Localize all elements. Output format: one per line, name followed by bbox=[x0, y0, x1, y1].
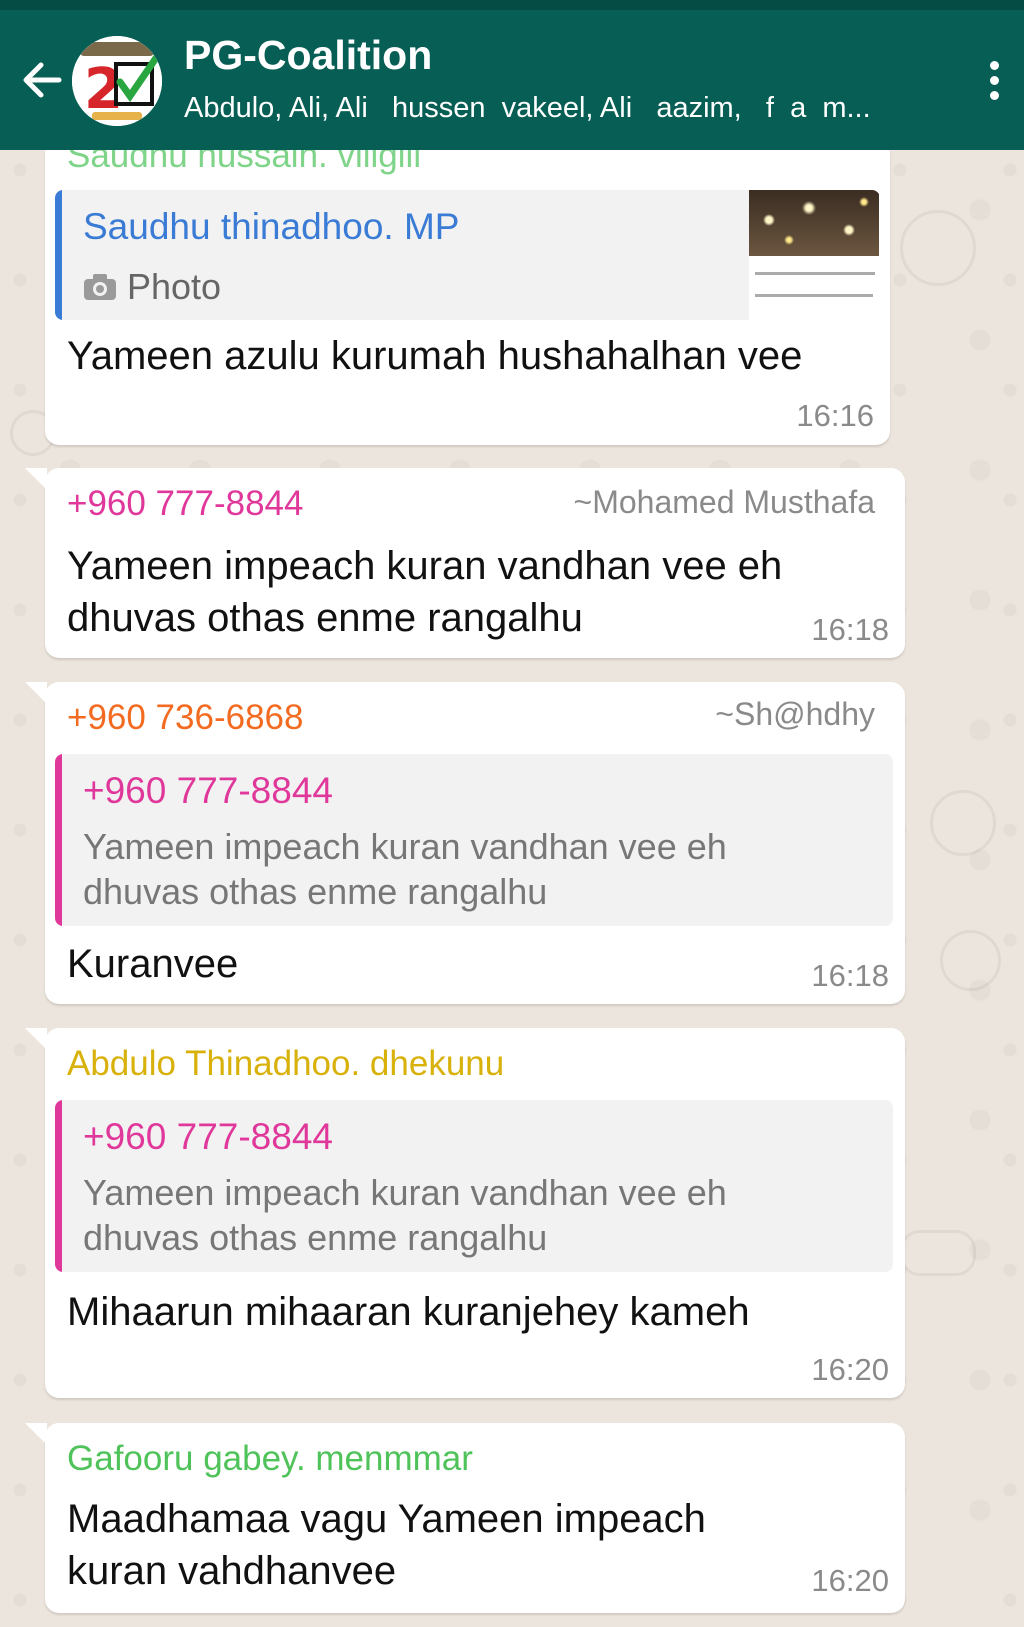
message-time: 16:18 bbox=[811, 612, 889, 647]
sender-phone[interactable]: +960 736-6868 bbox=[67, 698, 303, 738]
quoted-message[interactable]: Saudhu thinadhoo. MP Photo bbox=[55, 190, 880, 320]
group-members[interactable]: Abdulo, Ali, Ali hussen vakeel, Ali aazi… bbox=[184, 92, 954, 125]
message-time: 16:16 bbox=[796, 398, 874, 433]
quoted-text-line: Yameen impeach kuran vandhan vee eh bbox=[83, 1172, 727, 1213]
message-text-line: Maadhamaa vagu Yameen impeach bbox=[67, 1497, 706, 1541]
group-title[interactable]: PG-Coalition bbox=[184, 32, 432, 79]
message-text: Mihaarun mihaaran kuranjehey kameh bbox=[67, 1290, 750, 1334]
message-text: Kuranvee bbox=[67, 942, 239, 986]
quoted-message[interactable]: +960 777-8844 Yameen impeach kuran vandh… bbox=[55, 754, 893, 926]
message-bubble[interactable]: +960 777-8844 ~Mohamed Musthafa Yameen i… bbox=[25, 468, 905, 658]
sender-name[interactable]: Gafooru gabey. menmmar bbox=[67, 1439, 473, 1479]
sender-alias: ~Mohamed Musthafa bbox=[573, 484, 876, 520]
group-avatar[interactable]: 2 bbox=[72, 36, 162, 126]
camera-icon bbox=[84, 274, 116, 300]
message-text-line: kuran vahdhanvee bbox=[67, 1549, 397, 1593]
sender-phone[interactable]: +960 777-8844 bbox=[67, 484, 303, 524]
message-bubble[interactable]: Abdulo Thinadhoo. dhekunu +960 777-8844 … bbox=[25, 1028, 905, 1398]
back-button[interactable] bbox=[14, 52, 70, 108]
message-bubble[interactable]: +960 736-6868 ~Sh@hdhy +960 777-8844 Yam… bbox=[25, 682, 905, 1004]
message-text: Yameen azulu kurumah hushahalhan vee bbox=[67, 334, 803, 378]
message-text-line: Yameen impeach kuran vandhan vee eh bbox=[67, 544, 783, 588]
photo-thumbnail[interactable] bbox=[749, 190, 880, 320]
quoted-sender: +960 777-8844 bbox=[83, 770, 333, 811]
message-text-line: dhuvas othas enme rangalhu bbox=[67, 596, 583, 640]
quoted-text-line: dhuvas othas enme rangalhu bbox=[83, 871, 548, 912]
back-arrow-icon bbox=[23, 62, 62, 98]
message-time: 16:20 bbox=[811, 1352, 889, 1387]
quoted-media-type: Photo bbox=[127, 266, 222, 307]
quoted-text-line: dhuvas othas enme rangalhu bbox=[83, 1217, 548, 1258]
overflow-menu-button[interactable] bbox=[974, 52, 1014, 108]
quoted-sender: +960 777-8844 bbox=[83, 1116, 333, 1157]
quoted-sender: Saudhu thinadhoo. MP bbox=[83, 206, 460, 247]
sender-alias: ~Sh@hdhy bbox=[715, 696, 875, 732]
chat-header: 2 PG-Coalition Abdulo, Ali, Ali hussen v… bbox=[0, 0, 1024, 150]
more-vertical-icon bbox=[989, 60, 999, 70]
message-time: 16:18 bbox=[811, 958, 889, 993]
sender-name[interactable]: Abdulo Thinadhoo. dhekunu bbox=[67, 1044, 504, 1084]
message-bubble[interactable]: Saudhu hussain. viligili Saudhu thinadho… bbox=[45, 136, 890, 445]
quoted-message[interactable]: +960 777-8844 Yameen impeach kuran vandh… bbox=[55, 1100, 893, 1272]
quoted-text-line: Yameen impeach kuran vandhan vee eh bbox=[83, 826, 727, 867]
message-time: 16:20 bbox=[811, 1563, 889, 1598]
group-logo-icon: 2 bbox=[72, 36, 162, 126]
message-bubble[interactable]: Gafooru gabey. menmmar Maadhamaa vagu Ya… bbox=[25, 1423, 905, 1613]
